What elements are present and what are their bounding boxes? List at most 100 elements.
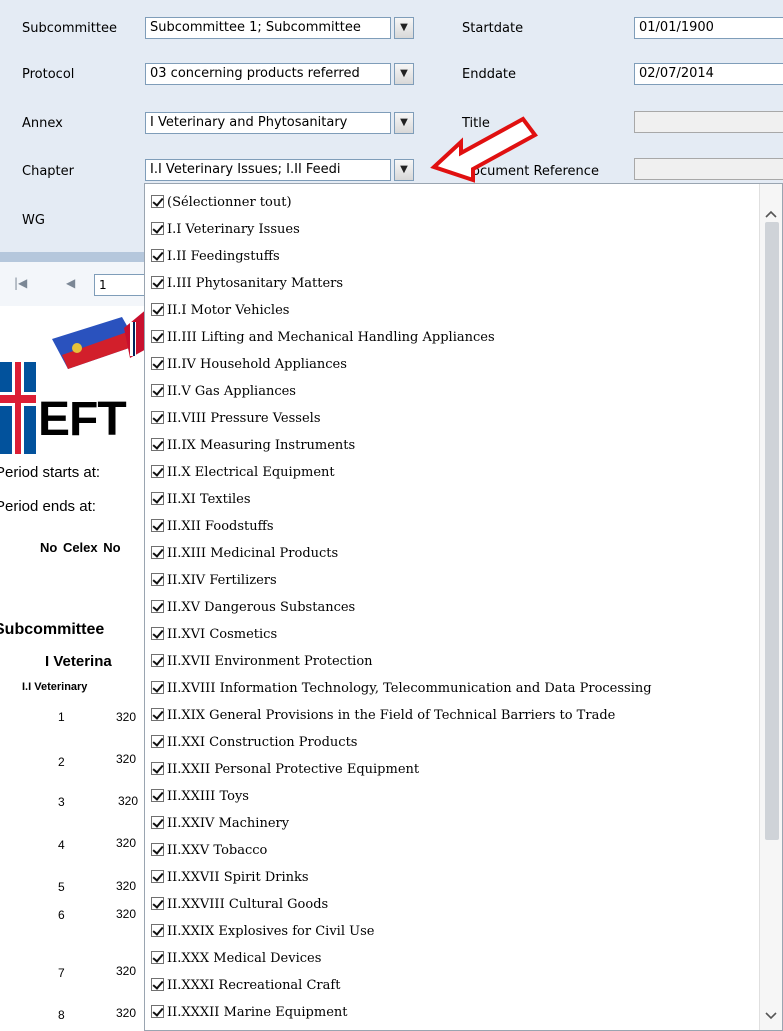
subcommittee-dropdown-button[interactable]: ▼ [394, 17, 414, 39]
chapter-heading: I.I Veterinary [22, 681, 88, 693]
enddate-input[interactable]: 02/07/2014 [634, 63, 783, 85]
checkbox-checked-icon[interactable] [151, 465, 164, 478]
option-item[interactable]: II.XXI Construction Products [151, 732, 357, 754]
scroll-up-icon[interactable] [765, 208, 777, 220]
option-item[interactable]: II.XIV Fertilizers [151, 570, 277, 592]
option-item[interactable]: II.III Lifting and Mechanical Handling A… [151, 327, 495, 349]
checkbox-checked-icon[interactable] [151, 978, 164, 991]
checkbox-checked-icon[interactable] [151, 384, 164, 397]
option-item[interactable]: II.XIII Medicinal Products [151, 543, 338, 565]
option-item[interactable]: II.XVII Environment Protection [151, 651, 373, 673]
protocol-dropdown-button[interactable]: ▼ [394, 63, 414, 85]
option-item[interactable]: I.II Feedingstuffs [151, 246, 280, 268]
checkbox-checked-icon[interactable] [151, 654, 164, 667]
wg-label: WG [22, 213, 45, 228]
checkbox-checked-icon[interactable] [151, 897, 164, 910]
dropdown-scrollbar[interactable] [759, 184, 782, 1030]
checkbox-checked-icon[interactable] [151, 951, 164, 964]
row-celex: 320 [116, 1006, 137, 1020]
checkbox-checked-icon[interactable] [151, 573, 164, 586]
checkbox-checked-icon[interactable] [151, 681, 164, 694]
row-celex: 320 [116, 964, 137, 978]
annex-select[interactable]: I Veterinary and Phytosanitary [145, 112, 391, 134]
option-item[interactable]: II.XXXII Marine Equipment [151, 1002, 347, 1024]
option-item[interactable]: II.IV Household Appliances [151, 354, 347, 376]
option-item[interactable]: II.XXIII Toys [151, 786, 249, 808]
option-item[interactable]: II.IX Measuring Instruments [151, 435, 355, 457]
option-item[interactable]: II.XXVII Spirit Drinks [151, 867, 309, 889]
option-item[interactable]: I.III Phytosanitary Matters [151, 273, 343, 295]
protocol-select[interactable]: 03 concerning products referred [145, 63, 391, 85]
title-input[interactable] [634, 111, 783, 133]
scroll-down-icon[interactable] [765, 1010, 777, 1022]
chapter-select[interactable]: I.I Veterinary Issues; I.II Feedi [145, 159, 391, 181]
checkbox-checked-icon[interactable] [151, 762, 164, 775]
option-item[interactable]: II.V Gas Appliances [151, 381, 296, 403]
option-item[interactable]: II.XIX General Provisions in the Field o… [151, 705, 615, 727]
annex-heading: I Veterina [45, 653, 112, 670]
checkbox-checked-icon[interactable] [151, 627, 164, 640]
checkbox-checked-icon[interactable] [151, 276, 164, 289]
enddate-label: Enddate [462, 67, 517, 82]
document-reference-input[interactable] [634, 158, 783, 180]
option-item[interactable]: II.XXII Personal Protective Equipment [151, 759, 419, 781]
period-ends-label: Period ends at: [0, 498, 96, 515]
row-number: 3 [58, 795, 65, 809]
checkbox-checked-icon[interactable] [151, 870, 164, 883]
checkbox-checked-icon[interactable] [151, 1005, 164, 1018]
option-item[interactable]: I.I Veterinary Issues [151, 219, 300, 241]
annex-dropdown-button[interactable]: ▼ [394, 112, 414, 134]
subcommittee-select[interactable]: Subcommittee 1; Subcommittee [145, 17, 391, 39]
efta-logo-text: EFT [38, 393, 127, 446]
checkbox-checked-icon[interactable] [151, 438, 164, 451]
checkbox-checked-icon[interactable] [151, 843, 164, 856]
option-item[interactable]: II.XVIII Information Technology, Telecom… [151, 678, 652, 700]
checkbox-checked-icon[interactable] [151, 357, 164, 370]
option-item[interactable]: II.XXIV Machinery [151, 813, 289, 835]
option-select-all[interactable]: (Sélectionner tout) [151, 192, 292, 214]
checkbox-checked-icon[interactable] [151, 492, 164, 505]
option-item[interactable]: II.XVI Cosmetics [151, 624, 277, 646]
row-number: 1 [58, 710, 65, 724]
option-item[interactable]: II.I Motor Vehicles [151, 300, 289, 322]
checkbox-checked-icon[interactable] [151, 411, 164, 424]
column-headers: No Celex No [40, 540, 121, 555]
startdate-input[interactable]: 01/01/1900 [634, 17, 783, 39]
scrollbar-thumb[interactable] [765, 222, 779, 840]
chapter-label: Chapter [22, 164, 74, 179]
option-item[interactable]: II.XXXI Recreational Craft [151, 975, 340, 997]
checkbox-checked-icon[interactable] [151, 303, 164, 316]
checkbox-checked-icon[interactable] [151, 546, 164, 559]
checkbox-checked-icon[interactable] [151, 249, 164, 262]
previous-page-icon[interactable]: ◀ [66, 276, 75, 290]
protocol-label: Protocol [22, 67, 75, 82]
option-item[interactable]: II.XI Textiles [151, 489, 251, 511]
first-page-icon[interactable]: |◀ [14, 276, 27, 290]
checkbox-checked-icon[interactable] [151, 222, 164, 235]
option-item[interactable]: II.XV Dangerous Substances [151, 597, 355, 619]
flag-iceland [0, 362, 36, 454]
chapter-dropdown-button[interactable]: ▼ [394, 159, 414, 181]
option-item[interactable]: II.XXIX Explosives for Civil Use [151, 921, 374, 943]
option-item[interactable]: II.XXX Medical Devices [151, 948, 321, 970]
checkbox-checked-icon[interactable] [151, 195, 164, 208]
checkbox-checked-icon[interactable] [151, 735, 164, 748]
option-item[interactable]: II.VIII Pressure Vessels [151, 408, 321, 430]
annex-label: Annex [22, 116, 63, 131]
option-item[interactable]: II.XXV Tobacco [151, 840, 267, 862]
checkbox-checked-icon[interactable] [151, 600, 164, 613]
option-item[interactable]: II.XXVIII Cultural Goods [151, 894, 328, 916]
option-item[interactable]: II.XII Foodstuffs [151, 516, 274, 538]
row-celex: 320 [116, 907, 137, 921]
checkbox-checked-icon[interactable] [151, 924, 164, 937]
annotation-arrow [430, 116, 538, 183]
option-item[interactable]: II.X Electrical Equipment [151, 462, 335, 484]
checkbox-checked-icon[interactable] [151, 816, 164, 829]
chapter-dropdown-list: (Sélectionner tout) I.I Veterinary Issue… [144, 183, 783, 1031]
checkbox-checked-icon[interactable] [151, 708, 164, 721]
checkbox-checked-icon[interactable] [151, 519, 164, 532]
checkbox-checked-icon[interactable] [151, 330, 164, 343]
checkbox-checked-icon[interactable] [151, 789, 164, 802]
startdate-label: Startdate [462, 21, 524, 36]
row-celex: 320 [116, 836, 137, 850]
